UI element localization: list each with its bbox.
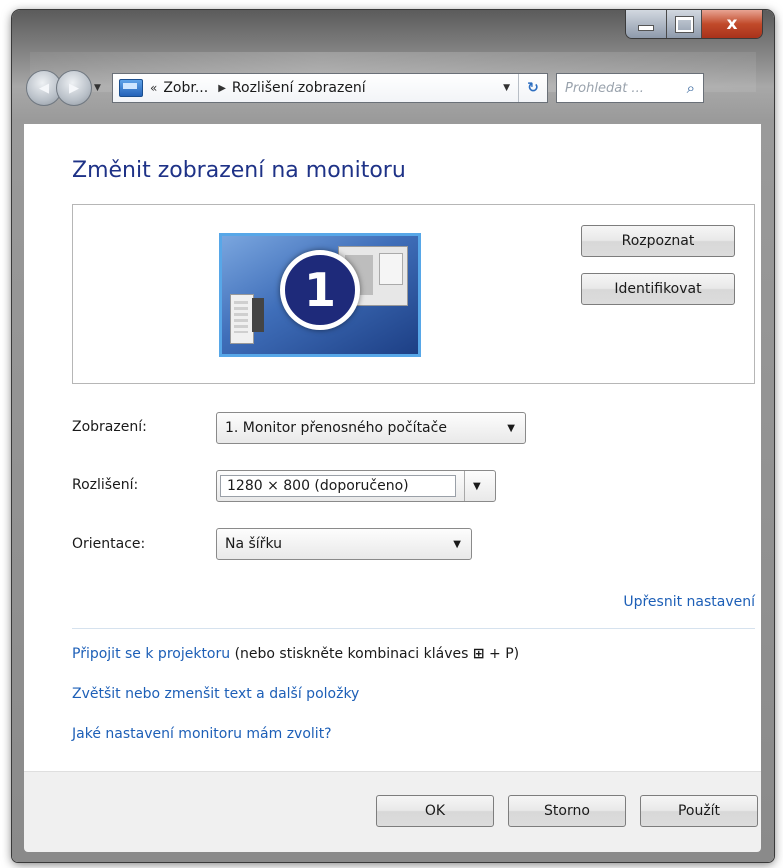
ok-button[interactable]: OK [376, 795, 494, 827]
resolution-select-value: 1280 × 800 (doporučeno) [220, 475, 456, 497]
address-bar[interactable]: « Zobr... ▶ Rozlišení zobrazení ▼ ↻ [112, 73, 548, 103]
maximize-button[interactable] [667, 10, 702, 38]
chevron-down-icon: ▼ [453, 538, 461, 550]
resolution-label: Rozlišení: [72, 477, 139, 493]
divider [72, 628, 755, 629]
page-title: Změnit zobrazení na monitoru [72, 158, 406, 183]
content-pane: Změnit zobrazení na monitoru 1 Rozpoznat… [24, 124, 761, 771]
search-icon[interactable]: ⌕ [687, 79, 695, 97]
search-input[interactable]: Prohledat ... ⌕ [556, 73, 704, 103]
address-dropdown-icon[interactable]: ▼ [503, 83, 510, 93]
text-size-link[interactable]: Zvětšit nebo zmenšit text a další položk… [72, 686, 359, 702]
search-placeholder: Prohledat ... [565, 80, 644, 96]
chevron-down-icon[interactable]: ▼ [464, 471, 495, 501]
minimize-icon [638, 25, 654, 31]
close-button[interactable]: x [702, 10, 762, 38]
control-panel-icon [119, 79, 143, 97]
refresh-button[interactable]: ↻ [518, 74, 547, 102]
chevron-down-icon: ▼ [94, 83, 101, 93]
connect-projector-link[interactable]: Připojit se k projektoru [72, 646, 230, 662]
apply-button[interactable]: Použít [640, 795, 758, 827]
cancel-button[interactable]: Storno [508, 795, 626, 827]
display-select-value: 1. Monitor přenosného počítače [225, 420, 447, 436]
navigation-bar: ◀ ▶ ▼ « Zobr... ▶ Rozlišení zobrazení ▼ … [26, 68, 760, 108]
maximize-icon [675, 16, 693, 32]
preview-window-dark [252, 298, 264, 332]
orientation-select[interactable]: Na šířku ▼ [216, 528, 472, 560]
minimize-button[interactable] [626, 10, 667, 38]
projector-row: Připojit se k projektoru (nebo stiskněte… [72, 646, 519, 662]
advanced-settings-link[interactable]: Upřesnit nastavení [623, 594, 755, 610]
overflow-chevron-icon[interactable]: « [150, 81, 157, 95]
identify-button[interactable]: Identifikovat [581, 273, 735, 305]
breadcrumb-screen-resolution[interactable]: Rozlišení zobrazení [232, 80, 366, 96]
dialog-footer: OK Storno Použít [24, 771, 761, 852]
projector-hint-text: (nebo stiskněte kombinaci kláves [230, 646, 473, 662]
orientation-label: Orientace: [72, 536, 146, 552]
windows-key-icon: ⊞ [472, 646, 485, 662]
projector-hint-suffix: + P) [484, 646, 520, 662]
preview-window-icon [230, 294, 254, 344]
forward-arrow-icon: ▶ [69, 80, 79, 96]
breadcrumb-display[interactable]: Zobr... [163, 80, 208, 96]
monitor-preview-panel: 1 Rozpoznat Identifikovat [72, 204, 755, 384]
back-arrow-icon: ◀ [39, 80, 49, 96]
display-select[interactable]: 1. Monitor přenosného počítače ▼ [216, 412, 526, 444]
monitor-help-link[interactable]: Jaké nastavení monitoru mám zvolit? [72, 726, 332, 742]
close-icon: x [726, 14, 738, 34]
breadcrumb-separator-icon[interactable]: ▶ [218, 83, 226, 94]
display-label: Zobrazení: [72, 419, 147, 435]
caption-buttons: x [626, 10, 762, 38]
detect-button[interactable]: Rozpoznat [581, 225, 735, 257]
monitor-thumbnail[interactable]: 1 [219, 233, 421, 357]
forward-button[interactable]: ▶ [56, 70, 92, 106]
monitor-number-badge: 1 [280, 250, 360, 330]
chevron-down-icon: ▼ [507, 422, 515, 434]
refresh-icon: ↻ [527, 80, 539, 96]
recent-pages-dropdown[interactable]: ▼ [94, 83, 108, 93]
resolution-select[interactable]: 1280 × 800 (doporučeno) ▼ [216, 470, 496, 502]
orientation-select-value: Na šířku [225, 536, 282, 552]
